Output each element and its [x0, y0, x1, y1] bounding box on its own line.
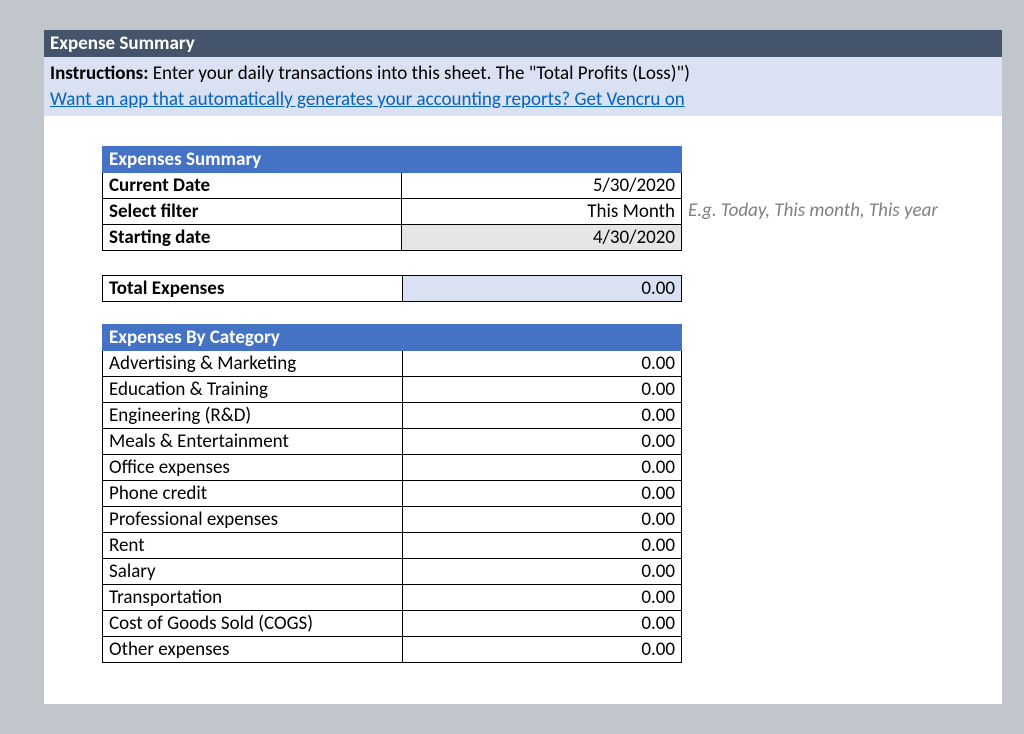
- current-date-value[interactable]: 5/30/2020: [402, 173, 682, 199]
- category-value: 0.00: [402, 455, 681, 481]
- total-expenses-table: Total Expenses 0.00: [102, 275, 682, 302]
- category-value: 0.00: [402, 611, 681, 637]
- category-value: 0.00: [402, 403, 681, 429]
- total-expenses-value: 0.00: [402, 276, 681, 302]
- filter-hint: E.g. Today, This month, This year: [682, 199, 938, 222]
- category-value: 0.00: [402, 559, 681, 585]
- category-label: Phone credit: [103, 481, 403, 507]
- category-label: Advertising & Marketing: [103, 351, 403, 377]
- category-value: 0.00: [402, 481, 681, 507]
- total-expenses-label: Total Expenses: [103, 276, 403, 302]
- expenses-summary-header: Expenses Summary: [103, 147, 682, 173]
- category-label: Rent: [103, 533, 403, 559]
- category-label: Professional expenses: [103, 507, 403, 533]
- instructions-text: Enter your daily transactions into this …: [148, 62, 689, 85]
- page-title: Expense Summary: [44, 30, 1002, 57]
- instructions-block: Instructions: Enter your daily transacti…: [44, 57, 1002, 116]
- current-date-label: Current Date: [103, 173, 402, 199]
- category-value: 0.00: [402, 377, 681, 403]
- category-label: Other expenses: [103, 637, 403, 663]
- instructions-label: Instructions:: [50, 62, 148, 85]
- category-value: 0.00: [402, 351, 681, 377]
- category-label: Salary: [103, 559, 403, 585]
- category-value: 0.00: [402, 429, 681, 455]
- select-filter-value[interactable]: This Month: [402, 199, 682, 225]
- category-value: 0.00: [402, 637, 681, 663]
- category-label: Engineering (R&D): [103, 403, 403, 429]
- starting-date-label: Starting date: [103, 225, 402, 251]
- category-label: Education & Training: [103, 377, 403, 403]
- expenses-summary-table: Expenses Summary Current Date 5/30/2020 …: [102, 146, 682, 251]
- category-value: 0.00: [402, 507, 681, 533]
- category-label: Transportation: [103, 585, 403, 611]
- starting-date-value[interactable]: 4/30/2020: [402, 225, 682, 251]
- category-label: Cost of Goods Sold (COGS): [103, 611, 403, 637]
- vencru-link[interactable]: Want an app that automatically generates…: [50, 87, 685, 113]
- category-label: Office expenses: [103, 455, 403, 481]
- category-label: Meals & Entertainment: [103, 429, 403, 455]
- category-value: 0.00: [402, 533, 681, 559]
- category-value: 0.00: [402, 585, 681, 611]
- spreadsheet-sheet: Expense Summary Instructions: Enter your…: [44, 30, 1002, 704]
- expenses-by-category-header: Expenses By Category: [103, 325, 682, 351]
- content-area: Expenses Summary Current Date 5/30/2020 …: [44, 116, 1002, 663]
- expenses-by-category-table: Expenses By Category Advertising & Marke…: [102, 324, 682, 663]
- select-filter-label: Select filter: [103, 199, 402, 225]
